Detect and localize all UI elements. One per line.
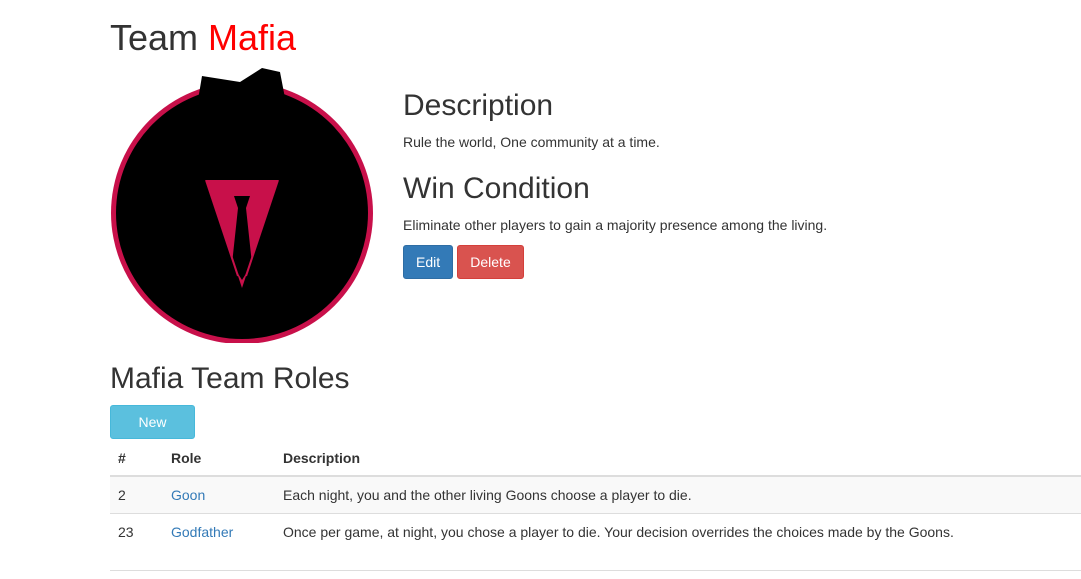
table-row: 2 Goon Each night, you and the other liv… <box>110 475 1081 514</box>
role-description: Once per game, at night, you chose a pla… <box>275 513 1081 550</box>
role-link[interactable]: Goon <box>171 487 205 503</box>
column-header-role: Role <box>163 440 275 477</box>
role-description: Each night, you and the other living Goo… <box>275 475 1081 514</box>
page: Team Mafia Description Rule the world, O… <box>0 0 1081 579</box>
description-heading: Description <box>403 89 554 122</box>
column-header-number: # <box>110 440 163 477</box>
role-id: 23 <box>110 513 163 550</box>
win-condition-text: Eliminate other players to gain a majori… <box>403 217 828 233</box>
divider <box>110 570 1081 571</box>
new-role-button[interactable]: New Role <box>110 405 195 462</box>
description-text: Rule the world, One community at a time. <box>403 134 660 150</box>
page-title: Team Mafia <box>110 18 296 58</box>
role-id: 2 <box>110 475 163 514</box>
roles-table: # Role Description 2 Goon Each night, yo… <box>110 440 1081 550</box>
role-name-cell: Goon <box>163 475 275 514</box>
delete-button[interactable]: Delete <box>457 245 524 279</box>
page-title-prefix: Team <box>110 17 199 58</box>
roles-heading: Mafia Team Roles <box>110 362 350 395</box>
role-link[interactable]: Godfather <box>171 524 233 540</box>
table-row: 23 Godfather Once per game, at night, yo… <box>110 513 1081 550</box>
mafia-gangster-icon <box>110 68 374 344</box>
win-condition-heading: Win Condition <box>403 172 590 205</box>
table-header-row: # Role Description <box>110 440 1081 477</box>
edit-button[interactable]: Edit <box>403 245 453 279</box>
role-name-cell: Godfather <box>163 513 275 550</box>
page-title-accent: Mafia <box>208 17 297 58</box>
column-header-description: Description <box>275 440 1081 477</box>
